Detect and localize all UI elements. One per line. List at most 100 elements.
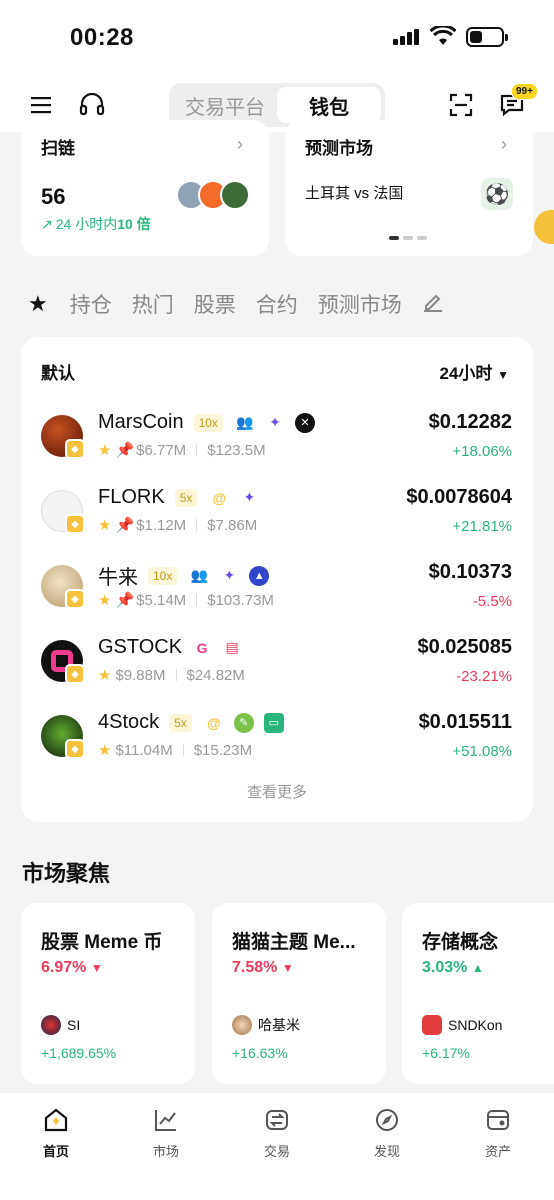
tab-hot[interactable]: 热门 [132,289,174,319]
mcap-value: $7.86M [207,516,258,534]
focus-card[interactable]: 存储概念 3.03% ▲ SNDKon +6.17% [402,903,554,1084]
coin-change: +6.17% [422,1045,470,1061]
favorite-star-icon: ★ [98,742,112,759]
tab-stocks[interactable]: 股票 [194,289,236,319]
token-name: GSTOCK [98,636,183,658]
leverage-badge: 10x [193,413,223,432]
coin-icon [41,1015,61,1035]
volume-value: $9.88M [115,666,166,684]
trend-up-icon: ↗ [41,215,53,232]
message-badge: 99+ [511,83,538,100]
mcap-value: $103.73M [207,591,274,609]
swap-icon [237,1105,317,1135]
focus-card-title: 猫猫主题 Me... [232,932,356,953]
store-icon: ▤ [225,639,239,655]
token-change: -5.5% [472,593,512,610]
coin-name: SI [67,1017,81,1033]
chain-badge-icon: ◆ [65,439,85,459]
headset-icon[interactable] [77,90,107,120]
caret-down-icon: ▼ [497,368,509,382]
favorite-star-icon: ★ [98,442,112,459]
table-row[interactable]: ◆ 4Stock 5x @ ✎ ▭ ★ $11.04M $15.23M $0.0… [21,711,533,783]
triangle-down-icon: ▼ [281,961,294,975]
at-icon: @ [212,489,227,506]
status-bar: 00:28 [0,0,554,78]
token-price: $0.12282 [428,411,512,433]
mcap-value: $24.82M [186,666,245,684]
volume-value: $11.04M [115,741,173,759]
token-price: $0.10373 [428,561,512,583]
predict-card-title: 预测市场 [305,139,373,158]
view-more-link[interactable]: 查看更多 [21,781,533,802]
predict-match: 土耳其 vs 法国 [305,185,404,202]
scan-count: 56 [41,184,66,209]
nav-discover[interactable]: 发现 [347,1105,427,1160]
carousel-dots [389,236,427,240]
focus-card[interactable]: 猫猫主题 Me... 7.58% ▼ 哈基米 +16.63% [212,903,386,1084]
token-change: -23.21% [456,668,512,685]
focus-card[interactable]: 股票 Meme 币 6.97% ▼ SI +1,689.65% [21,903,195,1084]
token-change: +51.08% [452,743,512,760]
x-social-icon: ✕ [294,412,315,433]
coin-name: SNDKon [448,1017,503,1033]
leaf-icon: ✎ [233,712,254,733]
nav-market[interactable]: 市场 [126,1105,206,1160]
coin-change: +16.63% [232,1045,288,1061]
mcap-value: $15.23M [193,741,253,759]
token-price: $0.0078604 [406,486,512,508]
tab-contracts[interactable]: 合约 [256,289,298,319]
coin-name: 哈基米 [258,1017,300,1033]
favorite-star-icon: ★ [98,667,112,684]
token-change: +21.81% [452,518,512,535]
rocket-icon: ▲ [249,565,270,586]
nav-assets[interactable]: 资产 [458,1105,538,1160]
scan-token-avatars [176,180,256,210]
tab-holdings[interactable]: 持仓 [70,289,112,319]
pixel-g-icon: G [196,639,208,656]
token-price: $0.015511 [418,711,512,733]
volume-value: $6.77M [136,441,187,459]
scan-icon[interactable] [446,90,476,120]
tab-prediction[interactable]: 预测市场 [318,289,402,319]
token-name: 牛来 [98,567,138,589]
scan-card[interactable]: 扫链 › 56 ↗ 24 小时内 10 倍 [21,120,269,256]
football-icon: ⚽ [481,178,513,210]
favorite-star-icon: ★ [98,517,112,534]
predict-card[interactable]: 预测市场 › 土耳其 vs 法国 ⚽ [285,120,533,256]
focus-card-title: 存储概念 [422,932,499,953]
assistant-float-icon[interactable] [534,210,554,244]
at-icon: @ [207,714,221,731]
token-price: $0.025085 [417,636,512,658]
scan-card-title: 扫链 [41,139,75,158]
coin-icon [232,1015,252,1035]
tab-wallet[interactable]: 钱包 [277,87,381,123]
nav-home[interactable]: 首页 [16,1105,96,1160]
focus-card-title: 股票 Meme 币 [41,932,163,953]
table-row[interactable]: ◆ MarsCoin 10x 👥 ✦ ✕ ★ 📌 $6.77M $123.5M … [21,411,533,483]
tab-exchange[interactable]: 交易平台 [173,87,277,123]
timeframe-select[interactable]: 24小时 ▼ [439,359,509,384]
wallet-icon [458,1105,538,1135]
bottom-nav: 首页 市场 交易 发现 资产 [0,1092,554,1200]
edit-icon[interactable] [422,290,444,318]
table-row[interactable]: ◆ GSTOCK G ▤ ★ $9.88M $24.82M $0.025085 … [21,636,533,708]
focus-card-change: 7.58% ▼ [232,959,294,976]
menu-icon[interactable] [27,90,57,120]
compass-icon [347,1105,427,1135]
butterfly-icon: ✦ [223,567,236,583]
star-icon[interactable]: ★ [28,291,48,317]
chevron-right-icon: › [237,134,243,154]
list-title: 默认 [41,364,75,383]
nav-trade[interactable]: 交易 [237,1105,317,1160]
table-row[interactable]: ◆ FLORK 5x @ ✦ ★ 📌 $1.12M $7.86M $0.0078… [21,486,533,558]
wifi-icon [430,26,456,45]
table-row[interactable]: ◆ 牛来 10x 👥 ✦ ▲ ★ 📌 $5.14M $103.73M $0.10… [21,561,533,633]
chain-badge-icon: ◆ [65,514,85,534]
token-name: MarsCoin [98,411,184,433]
pin-icon: 📌 [115,517,135,534]
mcap-value: $123.5M [207,441,266,459]
token-change: +18.06% [452,443,512,460]
pin-icon: 📌 [115,442,135,459]
coin-change: +1,689.65% [41,1045,117,1061]
battery-icon [466,27,508,47]
